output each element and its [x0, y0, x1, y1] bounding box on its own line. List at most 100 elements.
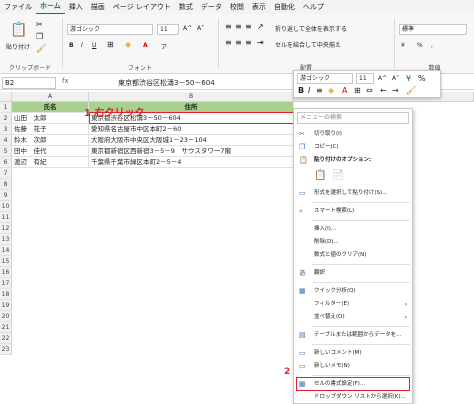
name-box[interactable]: B2 — [2, 77, 56, 89]
table-cell[interactable]: 東京都新宿区西新宿3－5－9 サウスタワー7階 — [89, 146, 294, 157]
wrap-text-button[interactable]: 折り返して全体を表示する — [275, 24, 347, 33]
paste-option-icon[interactable]: 📋 — [314, 170, 326, 182]
comma-button[interactable]: , — [431, 42, 433, 49]
table-cell[interactable]: 千葉県千葉市緑区本町2－5－4 — [89, 157, 294, 168]
select-all-corner[interactable] — [0, 92, 12, 102]
currency-icon[interactable]: ¥ — [406, 74, 411, 83]
grow-font-icon[interactable]: A^ — [378, 74, 387, 83]
number-format-box[interactable]: 標準 — [399, 24, 467, 35]
row-header[interactable]: 4 — [0, 135, 12, 146]
column-header-b[interactable]: B — [89, 92, 294, 102]
table-cell[interactable]: 鈴木 次郎 — [12, 135, 89, 146]
paste-icon[interactable]: 📋 — [10, 22, 27, 38]
shrink-font-button[interactable]: A˅ — [197, 25, 204, 32]
italic-button[interactable]: I — [81, 42, 83, 49]
tab-view[interactable]: 表示 — [248, 0, 270, 14]
row-header[interactable]: 15 — [0, 256, 12, 267]
align-center-icon[interactable]: ≡ — [235, 38, 242, 47]
tab-insert[interactable]: 挿入 — [65, 0, 87, 14]
column-header-a[interactable]: A — [12, 92, 89, 102]
grow-font-button[interactable]: A^ — [183, 25, 192, 32]
fx-icon[interactable]: fx — [62, 77, 69, 85]
menu-item-new-note[interactable]: ▭ 新しいメモ(N) — [294, 360, 412, 373]
tab-review[interactable]: 校閲 — [226, 0, 248, 14]
table-cell[interactable]: 佐藤 花子 — [12, 124, 89, 135]
fill-color-icon[interactable]: ◈ — [125, 40, 131, 49]
row-header[interactable]: 6 — [0, 157, 12, 168]
currency-button[interactable]: ¥ — [401, 42, 405, 49]
table-cell[interactable]: 愛知県名古屋市中区本町2－60 — [89, 124, 294, 135]
menu-item-quick-analysis[interactable]: ▦ クイック分析(Q) — [294, 285, 412, 298]
menu-item-dropdown-list[interactable]: ドロップダウン リストから選択(K)... — [294, 391, 412, 404]
row-header[interactable]: 2 — [0, 113, 12, 124]
tab-help[interactable]: ヘルプ — [299, 0, 328, 14]
row-header[interactable]: 11 — [0, 212, 12, 223]
decimal-increase-icon[interactable]: ← — [380, 86, 387, 95]
font-color-icon[interactable]: A — [342, 86, 347, 95]
row-header[interactable]: 17 — [0, 278, 12, 289]
align-bottom-icon[interactable]: ≡ — [245, 22, 252, 31]
tab-file[interactable]: ファイル — [0, 0, 36, 14]
row-header[interactable]: 13 — [0, 234, 12, 245]
align-left-icon[interactable]: ≡ — [225, 38, 232, 47]
tab-home[interactable]: ホーム — [36, 0, 65, 15]
menu-item-filter[interactable]: フィルター(E) › — [294, 298, 412, 311]
font-name-box[interactable]: 游ゴシック — [67, 24, 153, 35]
align-middle-icon[interactable]: ≡ — [235, 22, 242, 31]
row-header[interactable]: 5 — [0, 146, 12, 157]
row-header[interactable]: 19 — [0, 300, 12, 311]
percent-button[interactable]: % — [417, 42, 423, 49]
tab-data[interactable]: データ — [197, 0, 226, 14]
shrink-font-icon[interactable]: A˅ — [392, 74, 399, 83]
cut-icon[interactable]: ✂ — [36, 20, 43, 29]
table-cell[interactable]: 大阪府大阪市中央区大阪城1－23－104 — [89, 135, 294, 146]
menu-item-translate[interactable]: あ翻訳 — [294, 267, 412, 280]
borders-icon[interactable]: ⊞ — [354, 86, 361, 95]
phonetic-button[interactable]: ア — [161, 42, 167, 51]
bold-button[interactable]: B — [69, 42, 74, 49]
align-top-icon[interactable]: ≡ — [225, 22, 232, 31]
tab-automate[interactable]: 自動化 — [270, 0, 299, 14]
header-cell-name[interactable]: 氏名 — [12, 102, 89, 113]
tab-draw[interactable]: 描画 — [87, 0, 109, 14]
merge-center-button[interactable]: セルを結合して中央揃え — [275, 40, 341, 49]
underline-button[interactable]: U — [92, 42, 96, 49]
italic-icon[interactable]: I — [308, 86, 310, 95]
tab-formulas[interactable]: 数式 — [175, 0, 197, 14]
row-header[interactable]: 16 — [0, 267, 12, 278]
menu-search-input[interactable]: メニューの検索 — [297, 112, 409, 124]
row-header[interactable]: 22 — [0, 333, 12, 344]
menu-item-copy[interactable]: ❐ コピー(C) — [294, 141, 412, 154]
tab-page-layout[interactable]: ページ レイアウト — [109, 0, 175, 14]
copy-icon[interactable]: ❐ — [36, 32, 43, 41]
formula-input[interactable]: 東京都渋谷区松濤3－50－604 — [118, 77, 215, 89]
merge-icon[interactable]: ⇔ — [366, 86, 373, 95]
decimal-decrease-icon[interactable]: → — [392, 86, 399, 95]
fill-color-icon[interactable]: ◈ — [328, 86, 334, 95]
align-center-icon[interactable]: ≡ — [316, 86, 323, 95]
font-size-box[interactable]: 11 — [157, 24, 179, 35]
row-header[interactable]: 18 — [0, 289, 12, 300]
menu-item-sort[interactable]: 並べ替え(O) › — [294, 311, 412, 324]
table-cell[interactable]: 山田 太郎 — [12, 113, 89, 124]
percent-icon[interactable]: % — [418, 74, 426, 83]
paste-values-icon[interactable]: 📄 — [332, 170, 344, 182]
row-header[interactable]: 9 — [0, 190, 12, 201]
align-right-icon[interactable]: ≡ — [245, 38, 252, 47]
paste-button[interactable]: 貼り付け — [6, 42, 30, 51]
row-header[interactable]: 14 — [0, 245, 12, 256]
table-cell[interactable]: 田中 佳代 — [12, 146, 89, 157]
menu-item-insert[interactable]: 挿入(I)... — [294, 223, 412, 236]
menu-item-cut[interactable]: ✂ 切り取り(I) — [294, 128, 412, 141]
row-header[interactable]: 7 — [0, 168, 12, 179]
font-color-button[interactable]: A — [143, 42, 148, 49]
menu-item-clear-contents[interactable]: 数式と値のクリア(N) — [294, 249, 412, 262]
row-header[interactable]: 20 — [0, 311, 12, 322]
row-header[interactable]: 3 — [0, 124, 12, 135]
menu-item-table-data[interactable]: ▤ テーブルまたは範囲からデータを... — [294, 329, 412, 342]
row-header[interactable]: 12 — [0, 223, 12, 234]
menu-item-delete[interactable]: 削除(D)... — [294, 236, 412, 249]
row-header[interactable]: 21 — [0, 322, 12, 333]
row-header[interactable]: 8 — [0, 179, 12, 190]
mini-font-size[interactable]: 11 — [356, 73, 374, 84]
